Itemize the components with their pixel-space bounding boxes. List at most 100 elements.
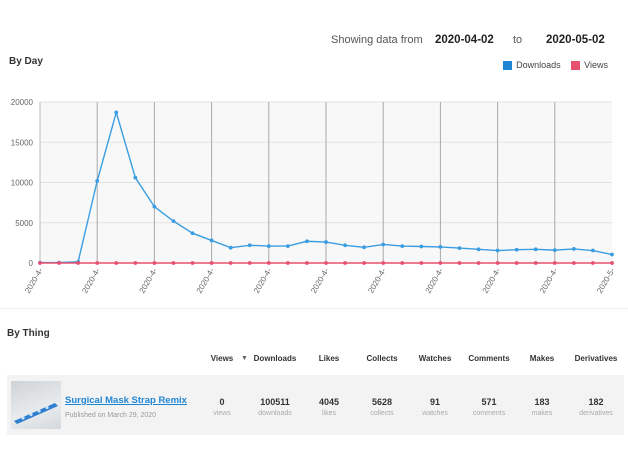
thing-table-header: Views ▼ Downloads Likes Collects Watches… [0,354,628,366]
downloads-data-point[interactable] [152,204,157,209]
x-tick-label: 2020-4- [366,266,388,295]
y-tick-label: 5000 [15,219,33,228]
downloads-data-point[interactable] [438,245,443,249]
views-data-point[interactable] [57,261,61,265]
stat-likes-value: 4045 [318,397,340,407]
downloads-data-point[interactable] [495,248,500,253]
views-data-point[interactable] [343,261,347,265]
downloads-data-point[interactable] [533,247,538,252]
views-swatch-icon [571,60,581,70]
views-data-point[interactable] [362,261,367,265]
views-data-point[interactable] [95,261,100,265]
x-tick-label: 2020-4- [481,266,503,295]
stat-collects-label: collects [370,410,394,417]
downloads-data-point[interactable] [305,239,309,244]
downloads-data-point[interactable] [400,244,405,248]
downloads-data-point[interactable] [285,244,290,248]
x-tick-label: 2020-4- [80,266,102,295]
views-data-point[interactable] [533,261,538,265]
stat-watches-label: watches [422,410,448,417]
stat-views: 0 views [192,397,252,417]
range-start-date[interactable]: 2020-04-02 [435,34,494,46]
views-data-point[interactable] [114,261,119,265]
stat-downloads-value: 100511 [260,397,290,407]
downloads-data-point[interactable] [610,252,614,257]
chart-legend: Downloads Views [495,60,608,72]
views-data-point[interactable] [610,261,614,265]
col-header-likes[interactable]: Likes [299,354,359,363]
col-header-derivatives[interactable]: Derivatives [566,354,626,363]
views-data-point[interactable] [190,261,195,265]
views-data-point[interactable] [152,261,157,265]
downloads-data-point[interactable] [457,246,462,251]
downloads-data-point[interactable] [266,244,271,248]
downloads-data-point[interactable] [171,219,176,224]
views-data-point[interactable] [457,261,462,265]
views-data-point[interactable] [476,261,481,265]
views-data-point[interactable] [247,261,252,265]
stat-views-label: views [213,410,231,417]
downloads-data-point[interactable] [114,110,119,115]
views-data-point[interactable] [305,261,309,265]
views-data-point[interactable] [381,261,386,265]
views-data-point[interactable] [571,261,576,265]
views-data-point[interactable] [438,261,443,265]
downloads-data-point[interactable] [190,231,195,236]
stat-downloads: 100511 downloads [245,397,305,417]
col-header-comments[interactable]: Comments [459,354,519,363]
stat-makes-label: makes [531,410,553,417]
views-data-point[interactable] [552,261,557,265]
col-header-downloads[interactable]: Downloads [245,354,305,363]
range-end-date[interactable]: 2020-05-02 [546,34,605,46]
col-header-makes[interactable]: Makes [512,354,572,363]
views-data-point[interactable] [514,261,519,265]
x-axis-ticks: 2020-4- 2020-4- 2020-4- 2020-4- 2020-4- 2020-… [23,266,617,295]
x-tick-label: 2020-4- [309,266,331,295]
views-data-point[interactable] [76,261,81,265]
thing-name-link[interactable]: Surgical Mask Strap Remix [65,395,187,406]
downloads-data-point[interactable] [343,243,347,248]
col-header-collects[interactable]: Collects [352,354,412,363]
thing-thumbnail[interactable] [11,381,61,429]
downloads-data-point[interactable] [362,245,367,250]
downloads-data-point[interactable] [476,247,481,252]
views-data-point[interactable] [324,261,328,265]
by-thing-title: By Thing [7,328,50,339]
y-tick-label: 15000 [11,138,34,147]
x-tick-label: 2020-4- [424,266,446,295]
views-data-point[interactable] [495,261,500,265]
stat-makes: 183 makes [512,397,572,417]
downloads-data-point[interactable] [228,245,233,250]
views-data-point[interactable] [209,261,214,265]
stat-watches: 91 watches [405,397,465,417]
by-day-title: By Day [9,56,43,67]
stat-makes-value: 183 [534,397,550,407]
views-data-point[interactable] [285,261,290,265]
views-data-point[interactable] [228,261,233,265]
downloads-data-point[interactable] [552,248,557,253]
downloads-data-point[interactable] [133,175,138,180]
downloads-data-point[interactable] [381,242,386,247]
downloads-data-point[interactable] [591,248,595,253]
views-data-point[interactable] [133,261,138,265]
downloads-data-point[interactable] [247,243,252,248]
views-data-point[interactable] [591,261,595,265]
downloads-data-point[interactable] [419,244,424,249]
legend-views[interactable]: Views [571,60,608,70]
downloads-data-point[interactable] [95,178,100,183]
downloads-data-point[interactable] [571,247,576,251]
range-prefix: Showing data from [331,34,423,46]
downloads-data-point[interactable] [324,240,328,244]
x-tick-label: 2020-4- [538,266,560,295]
views-data-point[interactable] [266,261,271,265]
downloads-data-point[interactable] [514,247,519,252]
views-data-point[interactable] [171,261,176,265]
views-data-point[interactable] [419,261,424,265]
views-data-point[interactable] [400,261,405,265]
legend-downloads[interactable]: Downloads [503,60,561,70]
stat-derivatives-label: derivatives [579,410,613,417]
downloads-data-point[interactable] [209,238,214,243]
y-tick-label: 20000 [11,98,34,107]
col-header-watches[interactable]: Watches [405,354,465,363]
views-data-point[interactable] [38,261,42,265]
